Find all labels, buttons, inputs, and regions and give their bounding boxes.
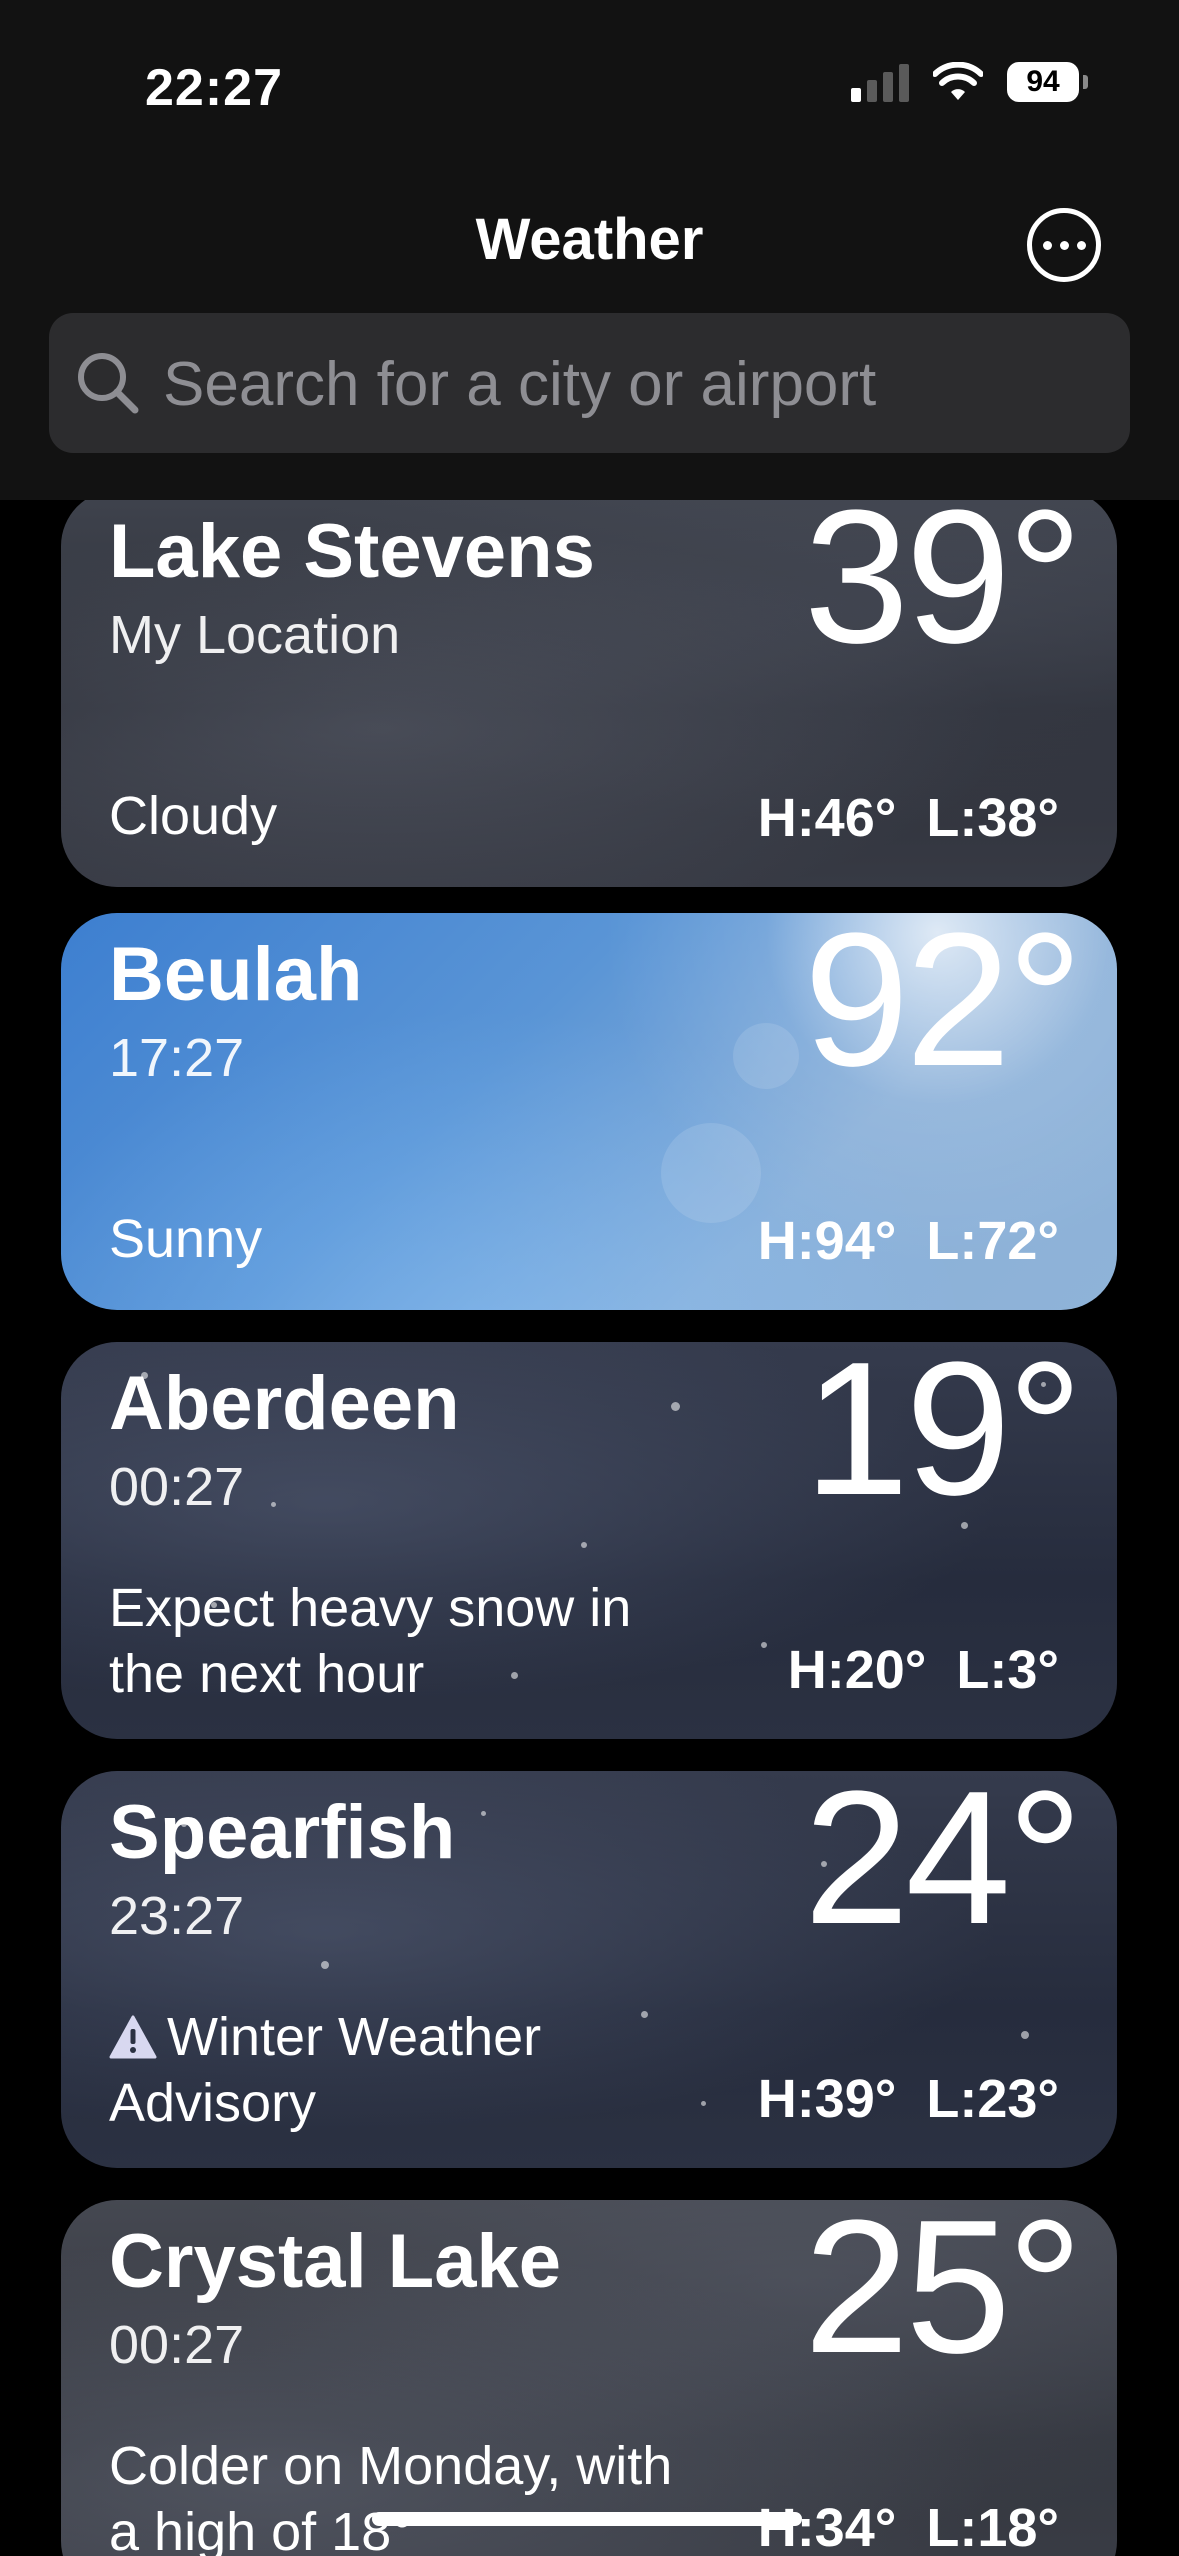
location-subtitle: 17:27: [109, 1028, 245, 1088]
more-icon-dot: [1042, 240, 1052, 250]
high-temp: H:34°: [757, 2498, 897, 2556]
high-temp: H:39°: [757, 2069, 897, 2129]
high-low: H:39° L:23°: [758, 2068, 1059, 2130]
condition-text: Sunny: [109, 1209, 263, 1269]
home-indicator[interactable]: [372, 2512, 802, 2526]
warning-icon: [109, 2015, 157, 2059]
snowflake: [581, 1542, 587, 1548]
search-bar[interactable]: [49, 313, 1130, 455]
wifi-icon: [933, 62, 983, 100]
more-icon-dot: [1076, 240, 1086, 250]
condition-alert: Winter Weather Advisory: [109, 2004, 709, 2136]
current-temperature: 19°: [803, 1342, 1083, 1535]
location-card-crystal-lake[interactable]: Crystal Lake 00:27 25° Colder on Monday,…: [61, 2200, 1117, 2556]
location-subtitle: 23:27: [109, 1886, 245, 1946]
low-temp: L:72°: [926, 1211, 1059, 1271]
snowflake: [671, 1402, 680, 1411]
condition-text: Cloudy: [109, 786, 278, 846]
current-temperature: 24°: [803, 1771, 1083, 1964]
location-card-spearfish[interactable]: Spearfish 23:27 24° Winter Weather Advis…: [61, 1771, 1117, 2168]
snowflake: [321, 1961, 329, 1969]
status-icons: 94: [851, 62, 1088, 102]
current-temperature: 92°: [803, 913, 1083, 1106]
current-temperature: 39°: [803, 500, 1083, 683]
snowflake: [271, 1502, 276, 1507]
low-temp: L:38°: [926, 788, 1059, 848]
high-low: H:20° L:3°: [788, 1639, 1059, 1701]
page-title: Weather: [475, 207, 704, 272]
high-temp: H:20°: [787, 1640, 927, 1700]
battery-icon: 94: [1007, 62, 1088, 102]
city-name: Beulah: [109, 932, 363, 1017]
high-temp: H:94°: [757, 1211, 897, 1271]
city-name: Spearfish: [109, 1790, 456, 1875]
low-temp: L:23°: [926, 2069, 1059, 2129]
high-low: H:34° L:18°: [758, 2497, 1059, 2556]
location-subtitle: 00:27: [109, 2315, 245, 2375]
more-button[interactable]: [1027, 208, 1101, 282]
location-card-aberdeen[interactable]: Aberdeen 00:27 19° Expect heavy snow in …: [61, 1342, 1117, 1739]
location-list[interactable]: Lake Stevens My Location 39° Cloudy H:46…: [0, 500, 1179, 2556]
city-name: Crystal Lake: [109, 2219, 562, 2304]
status-time: 22:27: [145, 59, 283, 117]
condition-text: Expect heavy snow in the next hour: [109, 1578, 632, 1704]
cellular-signal-icon: [851, 62, 909, 102]
alert-text: Winter Weather Advisory: [109, 2007, 542, 2133]
search-icon: [78, 353, 139, 414]
high-low: H:46° L:38°: [758, 787, 1059, 849]
more-icon-dot: [1059, 240, 1069, 250]
app-header: Weather: [0, 170, 1179, 500]
snowflake: [761, 1642, 767, 1648]
location-card-lake-stevens[interactable]: Lake Stevens My Location 39° Cloudy H:46…: [61, 500, 1117, 887]
high-low: H:94° L:72°: [758, 1210, 1059, 1272]
lens-flare: [733, 1023, 799, 1089]
high-temp: H:46°: [757, 788, 897, 848]
snowflake: [1021, 2031, 1029, 2039]
current-temperature: 25°: [803, 2200, 1083, 2393]
location-subtitle: My Location: [109, 605, 401, 665]
low-temp: L:3°: [956, 1640, 1059, 1700]
location-subtitle: 00:27: [109, 1457, 245, 1517]
search-input[interactable]: [161, 313, 1105, 455]
condition-text: Colder on Monday, with a high of 18°: [109, 2436, 673, 2556]
snowflake: [481, 1811, 486, 1816]
location-card-beulah[interactable]: Beulah 17:27 92° Sunny H:94° L:72°: [61, 913, 1117, 1310]
status-bar: 22:27 94: [0, 0, 1179, 170]
low-temp: L:18°: [926, 2498, 1059, 2556]
city-name: Lake Stevens: [109, 509, 595, 594]
city-name: Aberdeen: [109, 1361, 460, 1446]
lens-flare: [661, 1123, 761, 1223]
